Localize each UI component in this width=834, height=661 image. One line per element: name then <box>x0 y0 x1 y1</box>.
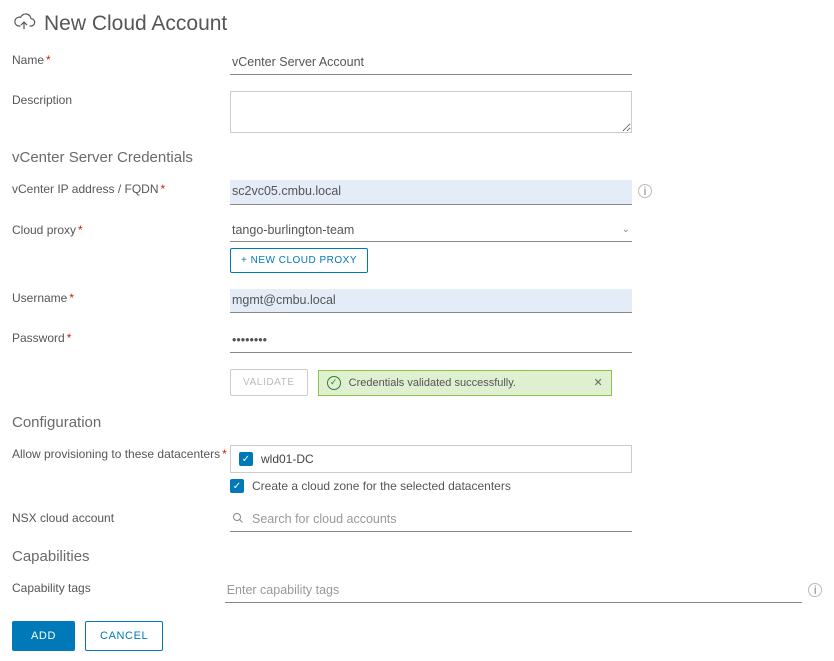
label-allow-dc: Allow provisioning to these datacenters* <box>12 445 230 461</box>
create-zone-checkbox[interactable]: ✓ <box>230 479 244 493</box>
dc-item-label: wld01-DC <box>261 452 314 466</box>
label-proxy: Cloud proxy* <box>12 221 230 237</box>
search-icon <box>232 512 244 527</box>
label-nsx: NSX cloud account <box>12 509 230 525</box>
success-message: Credentials validated successfully. <box>349 377 516 389</box>
footer-actions: ADD CANCEL <box>12 621 822 651</box>
section-configuration: Configuration <box>12 414 822 431</box>
datacenter-box[interactable]: ✓ wld01-DC <box>230 445 632 473</box>
page-title: New Cloud Account <box>44 12 227 36</box>
label-tags: Capability tags <box>12 579 225 595</box>
close-icon[interactable]: ✕ <box>593 376 602 389</box>
validate-button[interactable]: VALIDATE <box>230 369 308 396</box>
label-password: Password* <box>12 329 230 345</box>
cancel-button[interactable]: CANCEL <box>85 621 163 651</box>
fqdn-input[interactable] <box>230 180 632 204</box>
label-username: Username* <box>12 289 230 305</box>
check-icon: ✓ <box>327 376 341 390</box>
cloud-icon <box>12 10 36 37</box>
label-description: Description <box>12 91 230 107</box>
section-capabilities: Capabilities <box>12 548 822 565</box>
info-icon[interactable]: i <box>808 583 822 597</box>
cloud-proxy-value: tango-burlington-team <box>232 223 622 237</box>
info-icon[interactable]: i <box>638 184 652 198</box>
success-banner: ✓ Credentials validated successfully. ✕ <box>318 370 612 396</box>
page-header: New Cloud Account <box>12 10 822 37</box>
add-button[interactable]: ADD <box>12 621 75 651</box>
new-cloud-proxy-button[interactable]: + NEW CLOUD PROXY <box>230 248 368 273</box>
name-input[interactable] <box>230 51 632 75</box>
label-name: Name* <box>12 51 230 67</box>
chevron-down-icon: ⌄ <box>622 224 630 235</box>
create-zone-label: Create a cloud zone for the selected dat… <box>252 479 511 493</box>
password-input[interactable] <box>230 329 632 353</box>
username-input[interactable] <box>230 289 632 313</box>
cloud-proxy-select[interactable]: tango-burlington-team ⌄ <box>230 221 632 242</box>
description-textarea[interactable] <box>230 91 632 133</box>
section-credentials: vCenter Server Credentials <box>12 149 822 166</box>
nsx-search-input[interactable] <box>250 511 630 527</box>
tags-input[interactable] <box>225 579 803 603</box>
nsx-search-wrap[interactable] <box>230 509 632 532</box>
dc-checkbox[interactable]: ✓ <box>239 452 253 466</box>
label-fqdn: vCenter IP address / FQDN* <box>12 180 230 196</box>
